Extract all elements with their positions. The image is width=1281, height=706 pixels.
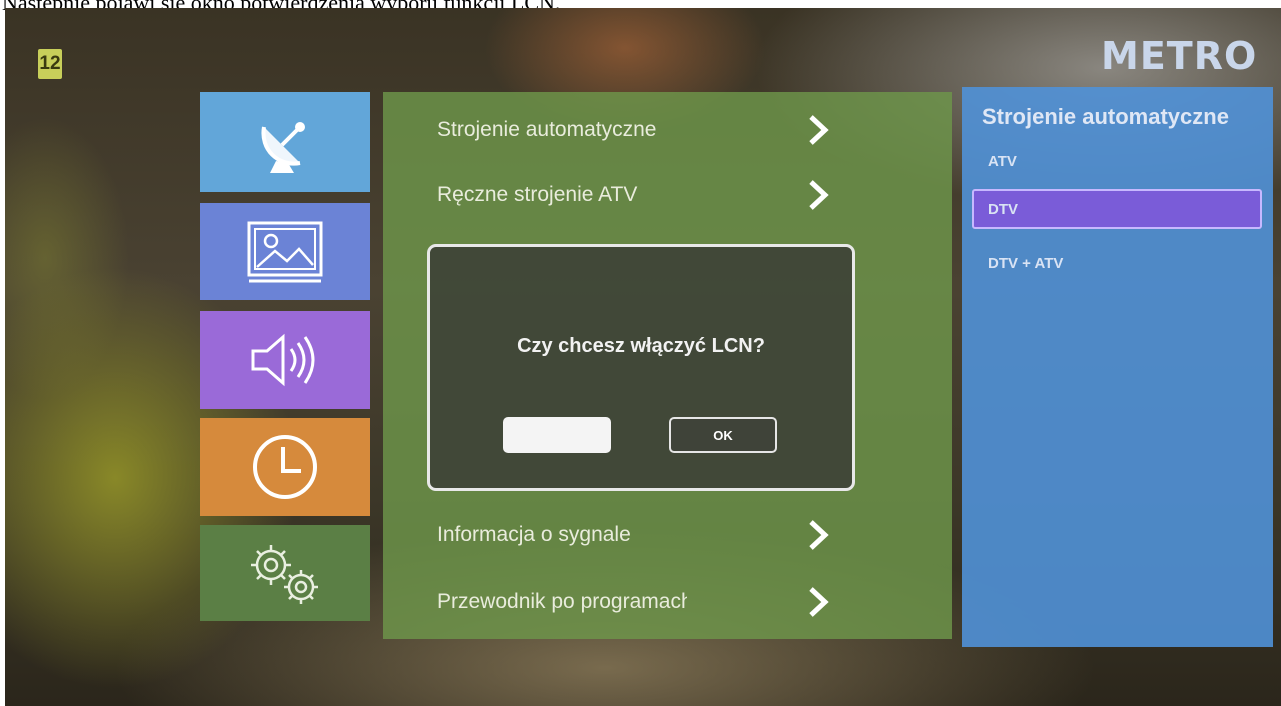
menu-item-auto-tuning[interactable]: Strojenie automatyczne — [437, 105, 897, 155]
menu-item-label: Przewodnik po programach — [437, 590, 687, 613]
submenu-option-atv[interactable]: ATV — [972, 141, 1262, 181]
menu-item-manual-atv[interactable]: Ręczne strojenie ATV — [437, 170, 897, 220]
tv-screen: 12 METRO Strojenie automatyczne Ręczne s… — [5, 8, 1281, 706]
menu-item-label: Strojenie automatyczne — [437, 118, 657, 141]
chevron-right-icon — [809, 115, 829, 145]
page: Następnie pojawi się okno potwierdzenia … — [0, 0, 1281, 706]
satellite-dish-icon — [261, 122, 305, 173]
submenu-option-dtv-atv[interactable]: DTV + ATV — [972, 243, 1262, 283]
tile-time[interactable] — [200, 418, 370, 516]
menu-item-label: Ręczne strojenie ATV — [437, 183, 638, 206]
menu-item-label: Informacja o sygnale — [437, 523, 631, 546]
menu-item-program-guide[interactable]: Przewodnik po programach — [437, 577, 897, 627]
menu-item-signal-info[interactable]: Informacja o sygnale — [437, 510, 897, 560]
tile-sound[interactable] — [200, 311, 370, 409]
clock-icon — [253, 435, 317, 499]
chevron-right-icon — [809, 587, 829, 617]
picture-icon — [247, 221, 323, 282]
chevron-right-icon — [809, 180, 829, 210]
speaker-icon — [251, 333, 315, 387]
tile-channels[interactable] — [200, 92, 370, 192]
gears-icon — [251, 545, 318, 604]
chevron-right-icon — [809, 520, 829, 550]
submenu-option-dtv[interactable]: DTV — [972, 189, 1262, 229]
brand-logo: METRO — [1101, 34, 1258, 78]
ok-button[interactable]: OK — [669, 417, 777, 453]
tile-picture[interactable] — [200, 203, 370, 300]
channel-number-badge: 12 — [38, 49, 62, 79]
submenu-title: Strojenie automatyczne — [982, 104, 1229, 129]
lcn-confirm-dialog: Czy chcesz włączyć LCN? OK — [427, 244, 855, 491]
dialog-message: Czy chcesz włączyć LCN? — [517, 335, 765, 357]
auto-tuning-submenu: Strojenie automatyczne ATV DTV DTV + ATV — [962, 87, 1273, 647]
cancel-button[interactable] — [503, 417, 611, 453]
tile-settings[interactable] — [200, 525, 370, 621]
